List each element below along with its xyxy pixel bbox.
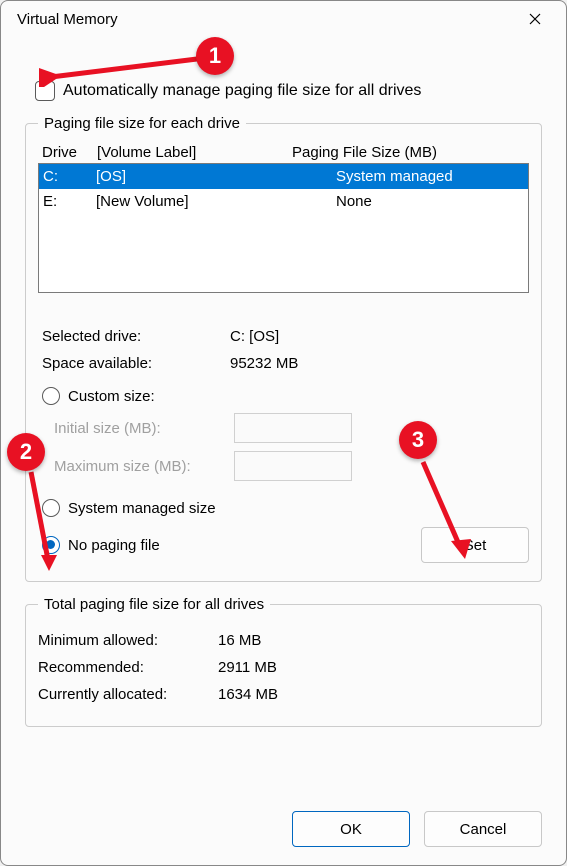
per-drive-legend: Paging file size for each drive [38, 115, 246, 132]
close-icon [529, 13, 541, 25]
maximum-size-label: Maximum size (MB): [54, 458, 234, 475]
drive-label: [OS] [96, 168, 336, 185]
drive-row-e[interactable]: E: [New Volume] None [39, 189, 528, 214]
drive-row-c[interactable]: C: [OS] System managed [39, 164, 528, 189]
drive-label: [New Volume] [96, 193, 336, 210]
annotation-arrow-2 [21, 467, 61, 577]
initial-size-label: Initial size (MB): [54, 420, 234, 437]
virtual-memory-dialog: Virtual Memory Automatically manage pagi… [0, 0, 567, 866]
annotation-arrow-1 [39, 49, 199, 87]
dialog-buttons: OK Cancel [292, 811, 542, 847]
cancel-button[interactable]: Cancel [424, 811, 542, 847]
selected-info: Selected drive: C: [OS] Space available:… [38, 323, 529, 377]
selected-drive-value: C: [OS] [230, 328, 279, 345]
recommended-value: 2911 MB [218, 659, 277, 676]
min-allowed-value: 16 MB [218, 632, 261, 649]
ok-button[interactable]: OK [292, 811, 410, 847]
drive-list[interactable]: C: [OS] System managed E: [New Volume] N… [38, 163, 529, 293]
totals-group: Total paging file size for all drives Mi… [25, 596, 542, 727]
maximum-size-input [234, 451, 352, 481]
drive-size: None [336, 193, 526, 210]
currently-allocated-label: Currently allocated: [38, 686, 218, 703]
min-allowed-label: Minimum allowed: [38, 632, 218, 649]
space-available-value: 95232 MB [230, 355, 298, 372]
selected-drive-label: Selected drive: [42, 328, 230, 345]
col-label: [Volume Label] [97, 144, 292, 161]
drive-size: System managed [336, 168, 526, 185]
titlebar: Virtual Memory [1, 1, 566, 37]
content-area: Automatically manage paging file size fo… [1, 37, 566, 745]
totals-legend: Total paging file size for all drives [38, 596, 270, 613]
drive-letter: E: [41, 193, 96, 210]
drive-list-header: Drive [Volume Label] Paging File Size (M… [38, 140, 529, 163]
recommended-label: Recommended: [38, 659, 218, 676]
initial-size-input [234, 413, 352, 443]
currently-allocated-value: 1634 MB [218, 686, 278, 703]
col-drive: Drive [42, 144, 97, 161]
annotation-2: 2 [7, 433, 45, 471]
no-paging-label: No paging file [68, 537, 160, 554]
col-size: Paging File Size (MB) [292, 144, 525, 161]
custom-size-radio[interactable] [42, 387, 60, 405]
annotation-3: 3 [399, 421, 437, 459]
annotation-arrow-3 [413, 457, 483, 567]
close-button[interactable] [512, 3, 558, 35]
window-title: Virtual Memory [17, 11, 118, 28]
space-available-label: Space available: [42, 355, 230, 372]
annotation-1: 1 [196, 37, 234, 75]
drive-letter: C: [41, 168, 96, 185]
custom-size-label: Custom size: [68, 388, 155, 405]
custom-size-radio-row[interactable]: Custom size: [42, 387, 529, 405]
system-managed-label: System managed size [68, 500, 216, 517]
